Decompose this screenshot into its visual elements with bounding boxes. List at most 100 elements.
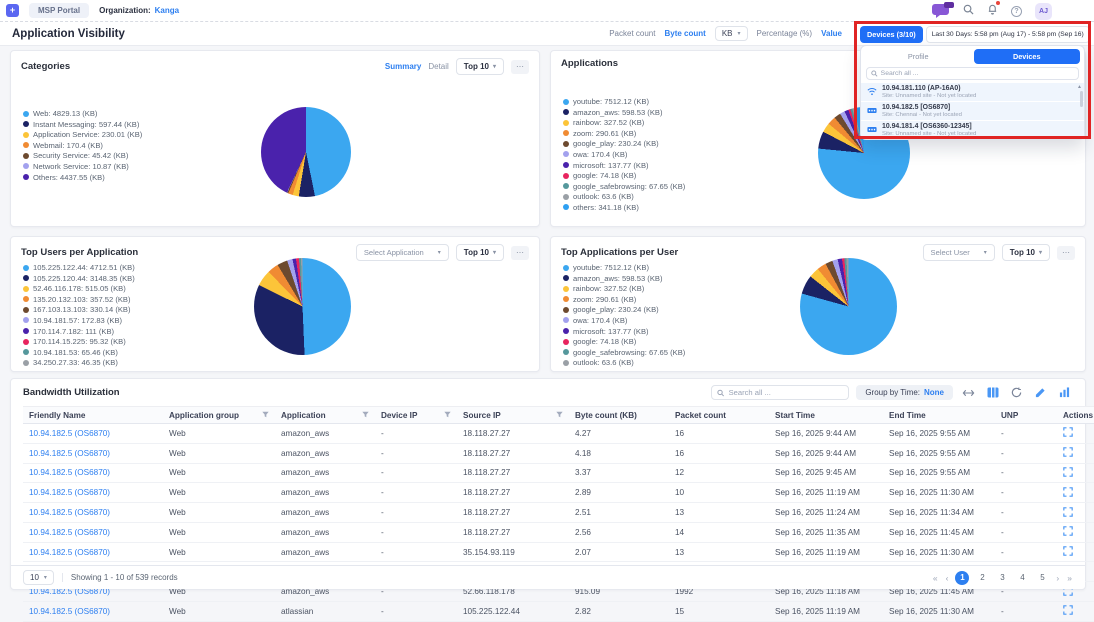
device-list-item[interactable]: 10.94.181.110 (AP-16A0)Site: Unnamed sit…: [861, 83, 1084, 101]
value-toggle[interactable]: Value: [821, 29, 842, 38]
scrollbar-thumb[interactable]: [1080, 91, 1083, 107]
friendly-name-link[interactable]: 10.94.182.5 (OS6870): [23, 542, 163, 562]
more-options-button[interactable]: ⋯: [1057, 246, 1075, 260]
expand-row-icon[interactable]: [1063, 487, 1073, 497]
page-number-button[interactable]: 5: [1035, 571, 1049, 585]
device-list-item[interactable]: 10.94.182.5 [OS6870]Site: Chennai - Not …: [861, 102, 1084, 120]
notifications-bell-icon[interactable]: [987, 2, 998, 20]
legend-item[interactable]: 10.94.181.53: 65.46 (KB): [23, 348, 135, 357]
tab-devices[interactable]: Devices: [974, 49, 1081, 64]
legend-item[interactable]: amazon_aws: 598.53 (KB): [563, 274, 685, 283]
filter-funnel-icon[interactable]: [556, 411, 563, 420]
more-options-button[interactable]: ⋯: [511, 60, 529, 74]
chat-bubble-icon[interactable]: [932, 4, 950, 19]
legend-item[interactable]: 135.20.132.103: 357.52 (KB): [23, 295, 135, 304]
expand-row-icon[interactable]: [1063, 526, 1073, 536]
filter-funnel-icon[interactable]: [262, 411, 269, 420]
unit-select[interactable]: KB ▾: [715, 26, 748, 41]
legend-item[interactable]: google_safebrowsing: 67.65 (KB): [563, 182, 685, 191]
device-search-input[interactable]: [881, 70, 1074, 77]
byte-count-toggle[interactable]: Byte count: [664, 29, 705, 38]
legend-item[interactable]: Application Service: 230.01 (KB): [23, 130, 142, 139]
legend-item[interactable]: Network Service: 10.87 (KB): [23, 162, 142, 171]
page-number-button[interactable]: 3: [995, 571, 1009, 585]
legend-item[interactable]: google: 74.18 (KB): [563, 337, 685, 346]
page-number-button[interactable]: 2: [975, 571, 989, 585]
legend-item[interactable]: owa: 170.4 (KB): [563, 150, 685, 159]
legend-item[interactable]: 170.114.7.182: 111 (KB): [23, 327, 135, 336]
prev-page-button[interactable]: ‹: [945, 573, 950, 583]
top-apps-pie-chart[interactable]: [800, 258, 897, 355]
legend-item[interactable]: 105.225.122.44: 4712.51 (KB): [23, 263, 135, 272]
organization-link[interactable]: Kanga: [155, 6, 179, 15]
tab-profile[interactable]: Profile: [865, 49, 972, 64]
percentage-toggle[interactable]: Percentage (%): [757, 29, 813, 38]
devices-filter-button[interactable]: Devices (3/10): [860, 26, 923, 43]
friendly-name-link[interactable]: 10.94.182.5 (OS6870): [23, 463, 163, 483]
friendly-name-link[interactable]: 10.94.182.5 (OS6870): [23, 483, 163, 503]
edit-icon[interactable]: [1032, 386, 1049, 400]
page-size-select[interactable]: 10 ▾: [23, 570, 54, 585]
legend-item[interactable]: outlook: 63.6 (KB): [563, 192, 685, 201]
friendly-name-link[interactable]: 10.94.182.5 (OS6870): [23, 443, 163, 463]
legend-item[interactable]: Webmail: 170.4 (KB): [23, 141, 142, 150]
date-range-button[interactable]: Last 30 Days: 5:58 pm (Aug 17) - 5:58 pm…: [926, 26, 1090, 43]
legend-item[interactable]: 34.250.27.33: 46.35 (KB): [23, 358, 135, 367]
legend-item[interactable]: others: 341.18 (KB): [563, 203, 685, 212]
expand-row-icon[interactable]: [1063, 467, 1073, 477]
msp-portal-button[interactable]: MSP Portal: [29, 3, 89, 18]
columns-settings-icon[interactable]: [984, 386, 1001, 400]
last-page-button[interactable]: »: [1066, 573, 1073, 583]
legend-item[interactable]: Others: 4437.55 (KB): [23, 173, 142, 182]
page-number-button[interactable]: 4: [1015, 571, 1029, 585]
refresh-icon[interactable]: [1008, 386, 1025, 400]
first-page-button[interactable]: «: [932, 573, 939, 583]
categories-pie-chart[interactable]: [261, 107, 351, 197]
device-list-item[interactable]: 10.94.181.4 [OS6360-12345]Site: Unnamed …: [861, 121, 1084, 139]
friendly-name-link[interactable]: 10.94.182.5 (OS6870): [23, 602, 163, 622]
legend-item[interactable]: Security Service: 45.42 (KB): [23, 151, 142, 160]
legend-item[interactable]: Web: 4829.13 (KB): [23, 109, 142, 118]
sidebar-toggle-button[interactable]: +: [6, 4, 19, 17]
legend-item[interactable]: 10.94.181.57: 172.83 (KB): [23, 316, 135, 325]
scroll-up-icon[interactable]: ▲: [1077, 84, 1082, 90]
summary-toggle[interactable]: Summary: [385, 62, 421, 71]
top10-dropdown[interactable]: Top 10 ▾: [456, 244, 504, 261]
expand-row-icon[interactable]: [1063, 447, 1073, 457]
expand-row-icon[interactable]: [1063, 507, 1073, 517]
page-number-button[interactable]: 1: [955, 571, 969, 585]
legend-item[interactable]: 170.114.15.225: 95.32 (KB): [23, 337, 135, 346]
legend-item[interactable]: 167.103.13.103: 330.14 (KB): [23, 305, 135, 314]
legend-item[interactable]: outlook: 63.6 (KB): [563, 358, 685, 367]
select-application-dropdown[interactable]: Select Application ▾: [356, 244, 449, 261]
filter-funnel-icon[interactable]: [444, 411, 451, 420]
friendly-name-link[interactable]: 10.94.182.5 (OS6870): [23, 424, 163, 444]
legend-item[interactable]: Instant Messaging: 597.44 (KB): [23, 120, 142, 129]
search-icon[interactable]: [963, 2, 974, 20]
legend-item[interactable]: google_safebrowsing: 67.65 (KB): [563, 348, 685, 357]
legend-item[interactable]: rainbow: 327.52 (KB): [563, 284, 685, 293]
expand-row-icon[interactable]: [1063, 546, 1073, 556]
legend-item[interactable]: amazon_aws: 598.53 (KB): [563, 108, 685, 117]
legend-item[interactable]: zoom: 290.61 (KB): [563, 295, 685, 304]
legend-item[interactable]: microsoft: 137.77 (KB): [563, 327, 685, 336]
top10-dropdown[interactable]: Top 10 ▾: [456, 58, 504, 75]
legend-item[interactable]: youtube: 7512.12 (KB): [563, 263, 685, 272]
detail-toggle[interactable]: Detail: [428, 62, 448, 71]
select-user-dropdown[interactable]: Select User ▾: [923, 244, 995, 261]
legend-item[interactable]: google: 74.18 (KB): [563, 171, 685, 180]
friendly-name-link[interactable]: 10.94.182.5 (OS6870): [23, 503, 163, 523]
friendly-name-link[interactable]: 10.94.182.5 (OS6870): [23, 522, 163, 542]
next-page-button[interactable]: ›: [1055, 573, 1060, 583]
table-search-input[interactable]: [729, 388, 844, 397]
chart-view-icon[interactable]: [1056, 386, 1073, 400]
legend-item[interactable]: owa: 170.4 (KB): [563, 316, 685, 325]
filter-funnel-icon[interactable]: [362, 411, 369, 420]
legend-item[interactable]: google_play: 230.24 (KB): [563, 139, 685, 148]
legend-item[interactable]: 52.46.116.178: 515.05 (KB): [23, 284, 135, 293]
legend-item[interactable]: microsoft: 137.77 (KB): [563, 161, 685, 170]
legend-item[interactable]: 105.225.120.44: 3148.35 (KB): [23, 274, 135, 283]
expand-row-icon[interactable]: [1063, 605, 1073, 615]
help-icon[interactable]: ?: [1011, 6, 1022, 17]
top-users-pie-chart[interactable]: [254, 258, 351, 355]
